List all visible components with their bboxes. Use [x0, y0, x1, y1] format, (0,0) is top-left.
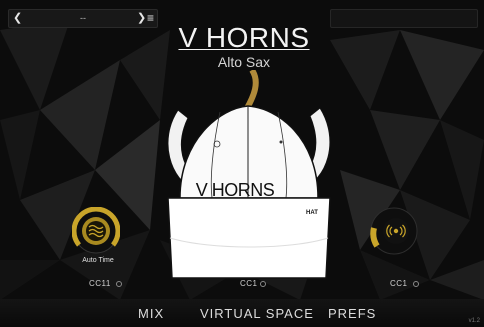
tab-prefs[interactable]: PREFS	[328, 306, 376, 321]
cc-label-left: CC11	[89, 279, 111, 288]
cc-learn-left[interactable]	[116, 281, 122, 287]
preset-name[interactable]: --	[73, 10, 93, 27]
chevron-right-icon[interactable]: ❯	[137, 10, 146, 27]
vibrato-knob[interactable]	[369, 206, 419, 256]
top-right-panel	[330, 9, 478, 28]
cc-label-right: CC1	[390, 279, 408, 288]
product-title: V HORNS	[178, 22, 310, 53]
tab-mix[interactable]: MIX	[138, 306, 164, 321]
auto-time-label: Auto Time	[82, 257, 114, 264]
hat-artwork	[167, 70, 331, 279]
version-label: v1.2	[468, 318, 480, 324]
chevron-left-icon[interactable]: ❮	[13, 10, 22, 27]
preset-browser[interactable]: ❮ -- ❯ ≡	[8, 9, 158, 28]
cc-learn-center[interactable]	[260, 281, 266, 287]
auto-time-knob[interactable]	[72, 207, 120, 255]
hat-tag: HAT	[306, 210, 318, 216]
menu-icon[interactable]: ≡	[147, 10, 154, 27]
product-subtitle: Alto Sax	[217, 54, 271, 70]
cc-label-center: CC1	[240, 279, 258, 288]
hat-logo-text: V HORNS	[195, 180, 275, 200]
tab-virtual-space[interactable]: VIRTUAL SPACE	[200, 306, 314, 321]
cc-learn-right[interactable]	[413, 281, 419, 287]
